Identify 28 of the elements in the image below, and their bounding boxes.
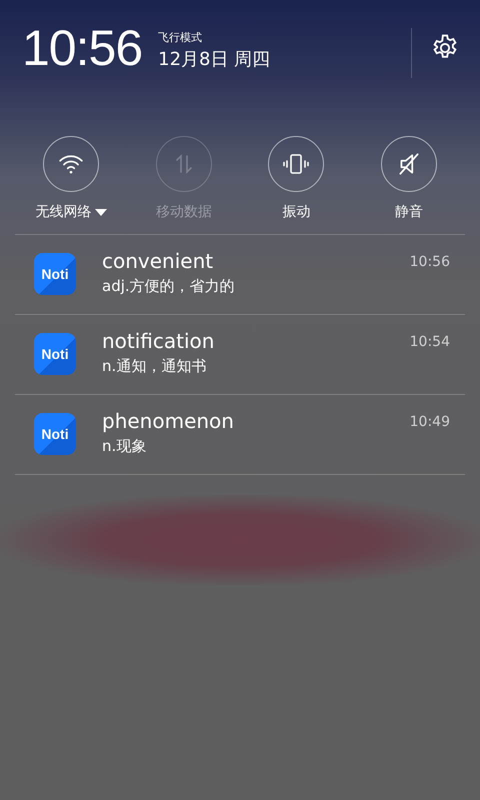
app-icon: Noti [34, 333, 76, 375]
notification-text: n.现象 [102, 437, 148, 456]
vibrate-toggle[interactable] [268, 136, 324, 192]
vibrate-label: 振动 [282, 203, 310, 221]
app-icon: Noti [34, 413, 76, 455]
notification-time: 10:56 [410, 254, 450, 270]
notification-title: convenient [102, 249, 214, 273]
notification-title: phenomenon [102, 409, 235, 433]
notification-item[interactable]: Noti convenient adj.方便的，省力的 10:56 [15, 235, 465, 315]
data-label: 移动数据 [156, 203, 212, 221]
wifi-label: 无线网络 [35, 203, 92, 221]
wifi-icon [58, 153, 84, 175]
vibrate-icon [282, 152, 310, 176]
wifi-toggle[interactable] [43, 136, 100, 192]
notification-text: n.通知，通知书 [102, 357, 208, 376]
notification-item[interactable]: Noti phenomenon n.现象 10:49 [15, 395, 465, 475]
app-icon: Noti [34, 253, 76, 295]
mode-label: 飞行模式 [158, 30, 204, 44]
notification-item[interactable]: Noti notification n.通知，通知书 10:54 [15, 315, 465, 395]
caret-icon[interactable] [95, 208, 108, 216]
clock-time: 10:56 [22, 19, 142, 77]
notification-time: 10:49 [410, 414, 450, 430]
mute-label: 静音 [394, 203, 423, 221]
notification-title: notification [102, 329, 216, 353]
notification-text: adj.方便的，省力的 [102, 277, 236, 296]
date-label: 12月8日 周四 [158, 48, 270, 70]
mute-toggle[interactable] [380, 136, 437, 192]
notification-time: 10:54 [410, 334, 450, 350]
